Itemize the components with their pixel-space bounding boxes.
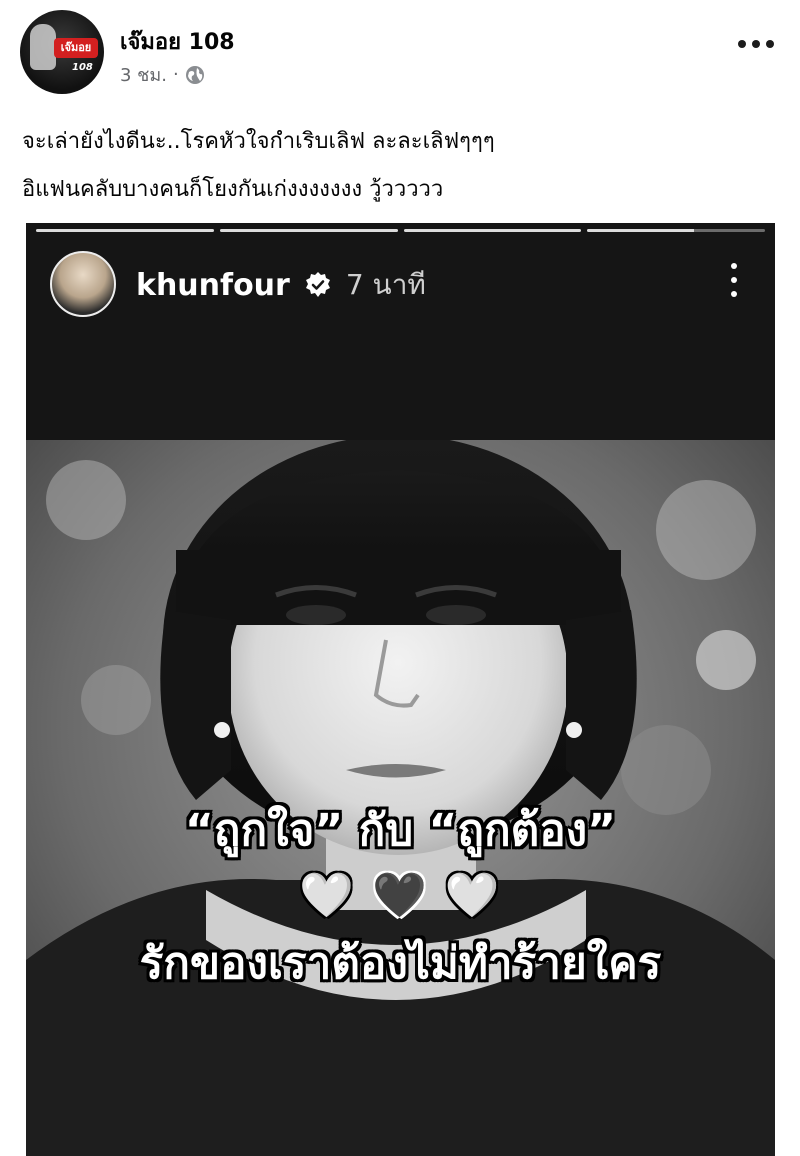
avatar-number: 108 xyxy=(72,62,93,73)
story-user-row: khunfour 7 นาที xyxy=(136,263,426,307)
post-text-line-2: อิแฟนคลับบางคนก็โยงกันเก่งงงงงงง วู้วววว… xyxy=(22,177,444,202)
black-heart-icon: 🖤 xyxy=(372,870,429,921)
more-options-icon[interactable] xyxy=(738,34,774,54)
progress-segment xyxy=(587,229,765,232)
story-image[interactable]: khunfour 7 นาที “ถูกใจ” กับ “ถูกต้อง” 🤍 … xyxy=(26,223,775,1156)
post-timestamp[interactable]: 3 ชม. xyxy=(120,60,167,89)
avatar-figure xyxy=(30,24,56,70)
white-heart-icon: 🤍 xyxy=(444,870,502,921)
facebook-post: เจ๊มอย 108 เจ๊มอย 108 3 ชม. · จะเล่ายังไ… xyxy=(0,0,800,1156)
post-header: เจ๊มอย 108 เจ๊มอย 108 3 ชม. · xyxy=(0,0,800,100)
avatar-badge: เจ๊มอย xyxy=(54,38,98,58)
story-caption-line-2: รักของเราต้องไม่ทำร้ายใคร xyxy=(139,938,662,989)
page-name[interactable]: เจ๊มอย 108 xyxy=(120,24,235,59)
progress-segment xyxy=(219,229,398,232)
story-username[interactable]: khunfour xyxy=(136,268,290,303)
meta-separator: · xyxy=(172,64,179,85)
story-more-icon[interactable] xyxy=(729,263,739,297)
globe-icon[interactable] xyxy=(185,65,205,85)
hearts-row: 🤍 🖤 🤍 xyxy=(26,869,775,921)
story-progress-bar xyxy=(36,229,765,232)
post-text: จะเล่ายังไงดีนะ..โรคหัวใจกำเริบเลิฟ ละละ… xyxy=(22,118,782,214)
post-text-line-1: จะเล่ายังไงดีนะ..โรคหัวใจกำเริบเลิฟ ละละ… xyxy=(22,129,495,154)
story-caption-line-1: “ถูกใจ” กับ “ถูกต้อง” xyxy=(184,805,617,856)
progress-segment xyxy=(403,229,582,232)
story-avatar[interactable] xyxy=(50,251,116,317)
page-avatar[interactable]: เจ๊มอย 108 xyxy=(20,10,104,94)
verified-badge-icon xyxy=(305,272,330,297)
story-time: 7 นาที xyxy=(345,268,426,301)
post-meta: 3 ชม. · xyxy=(120,60,205,89)
white-heart-icon: 🤍 xyxy=(299,870,357,921)
progress-segment xyxy=(36,229,214,232)
